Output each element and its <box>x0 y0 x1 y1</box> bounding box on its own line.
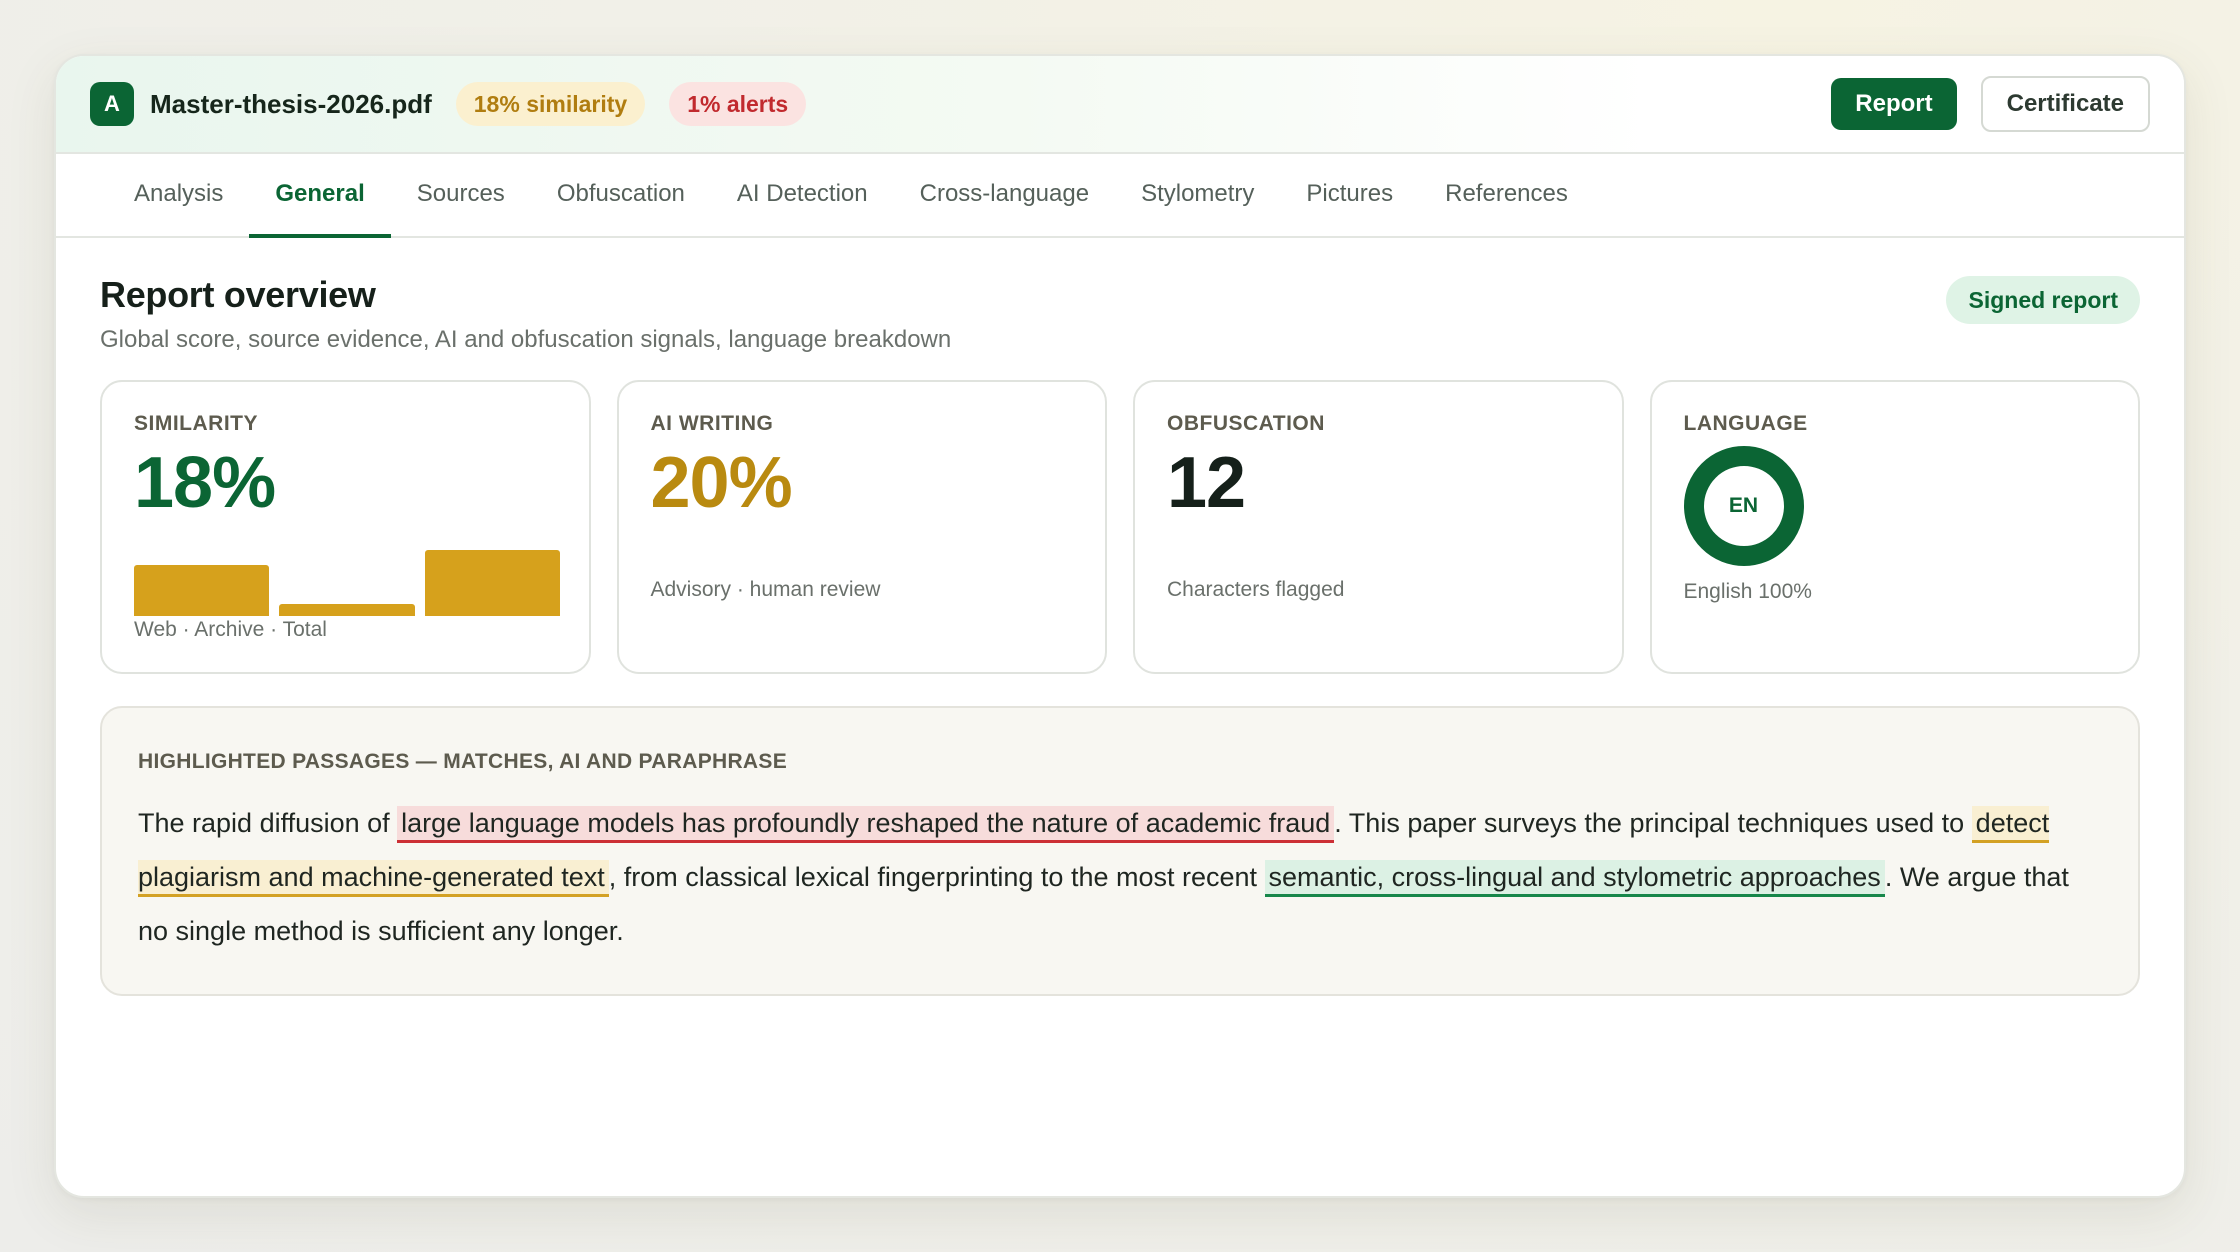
passage-text: The rapid diffusion of large language mo… <box>138 796 2102 958</box>
certificate-button[interactable]: Certificate <box>1980 76 2150 132</box>
similarity-label: SIMILARITY <box>134 412 258 435</box>
metric-cards: SIMILARITY 18% Web · Archive · Total AI … <box>100 380 2140 674</box>
language-card: LANGUAGE EN English 100% <box>1649 380 2140 674</box>
passages-label: HIGHLIGHTED PASSAGES — MATCHES, AI AND P… <box>138 750 788 773</box>
similarity-bar-web <box>134 564 270 616</box>
tab-obfuscation[interactable]: Obfuscation <box>531 154 711 238</box>
overview-header: Report overview Global score, source evi… <box>100 274 2140 354</box>
highlight-paraphrase[interactable]: semantic, cross-lingual and stylometric … <box>1264 860 1885 897</box>
similarity-value: 18% <box>134 443 276 523</box>
tab-references[interactable]: References <box>1419 154 1594 238</box>
language-note: English 100% <box>1683 580 1812 603</box>
ai-writing-card: AI WRITING 20% Advisory · human review <box>616 380 1107 674</box>
highlighted-passages-panel: HIGHLIGHTED PASSAGES — MATCHES, AI AND P… <box>100 706 2140 996</box>
tab-cross-language[interactable]: Cross-language <box>894 154 1115 238</box>
language-donut: EN <box>1683 446 1804 566</box>
ai-writing-note: Advisory · human review <box>650 578 881 601</box>
similarity-bar-total <box>424 550 560 616</box>
passage-plain-text: . This paper surveys the principal techn… <box>1334 808 1972 838</box>
tab-general[interactable]: General <box>249 154 391 238</box>
language-code: EN <box>1728 494 1759 517</box>
main-content: Report overview Global score, source evi… <box>56 238 2184 996</box>
tab-bar: Analysis General Sources Obfuscation AI … <box>56 154 2184 238</box>
ai-writing-value: 20% <box>650 443 793 523</box>
tab-stylometry[interactable]: Stylometry <box>1115 154 1280 238</box>
language-label: LANGUAGE <box>1683 412 1808 435</box>
report-button[interactable]: Report <box>1831 78 1957 130</box>
highlight-match[interactable]: large language models has profoundly res… <box>397 806 1335 843</box>
similarity-bar-archive <box>279 604 415 616</box>
obfuscation-value: 12 <box>1167 443 1246 523</box>
similarity-badge: 18% similarity <box>455 82 646 126</box>
obfuscation-card: OBFUSCATION 12 Characters flagged <box>1133 380 1624 674</box>
ai-writing-label: AI WRITING <box>650 412 774 435</box>
similarity-bar-chart <box>134 550 560 616</box>
similarity-bars-caption: Web · Archive · Total <box>134 618 327 641</box>
header-bar: A Master-thesis-2026.pdf 18% similarity … <box>56 56 2184 154</box>
alerts-badge: 1% alerts <box>669 82 807 126</box>
tab-analysis[interactable]: Analysis <box>108 154 249 238</box>
app-logo: A <box>90 82 134 126</box>
obfuscation-note: Characters flagged <box>1167 578 1345 601</box>
page-subtitle: Global score, source evidence, AI and ob… <box>100 326 952 353</box>
passage-plain-text: , from classical lexical fingerprinting … <box>608 862 1265 892</box>
tab-pictures[interactable]: Pictures <box>1280 154 1419 238</box>
document-filename: Master-thesis-2026.pdf <box>150 88 432 119</box>
passage-plain-text: The rapid diffusion of <box>138 808 398 838</box>
page-title: Report overview <box>100 274 376 315</box>
obfuscation-label: OBFUSCATION <box>1167 412 1325 435</box>
signed-report-badge: Signed report <box>1946 276 2140 324</box>
similarity-card: SIMILARITY 18% Web · Archive · Total <box>100 380 591 674</box>
tab-ai-detection[interactable]: AI Detection <box>711 154 894 238</box>
app-window: A Master-thesis-2026.pdf 18% similarity … <box>54 54 2186 1198</box>
tab-sources[interactable]: Sources <box>391 154 531 238</box>
